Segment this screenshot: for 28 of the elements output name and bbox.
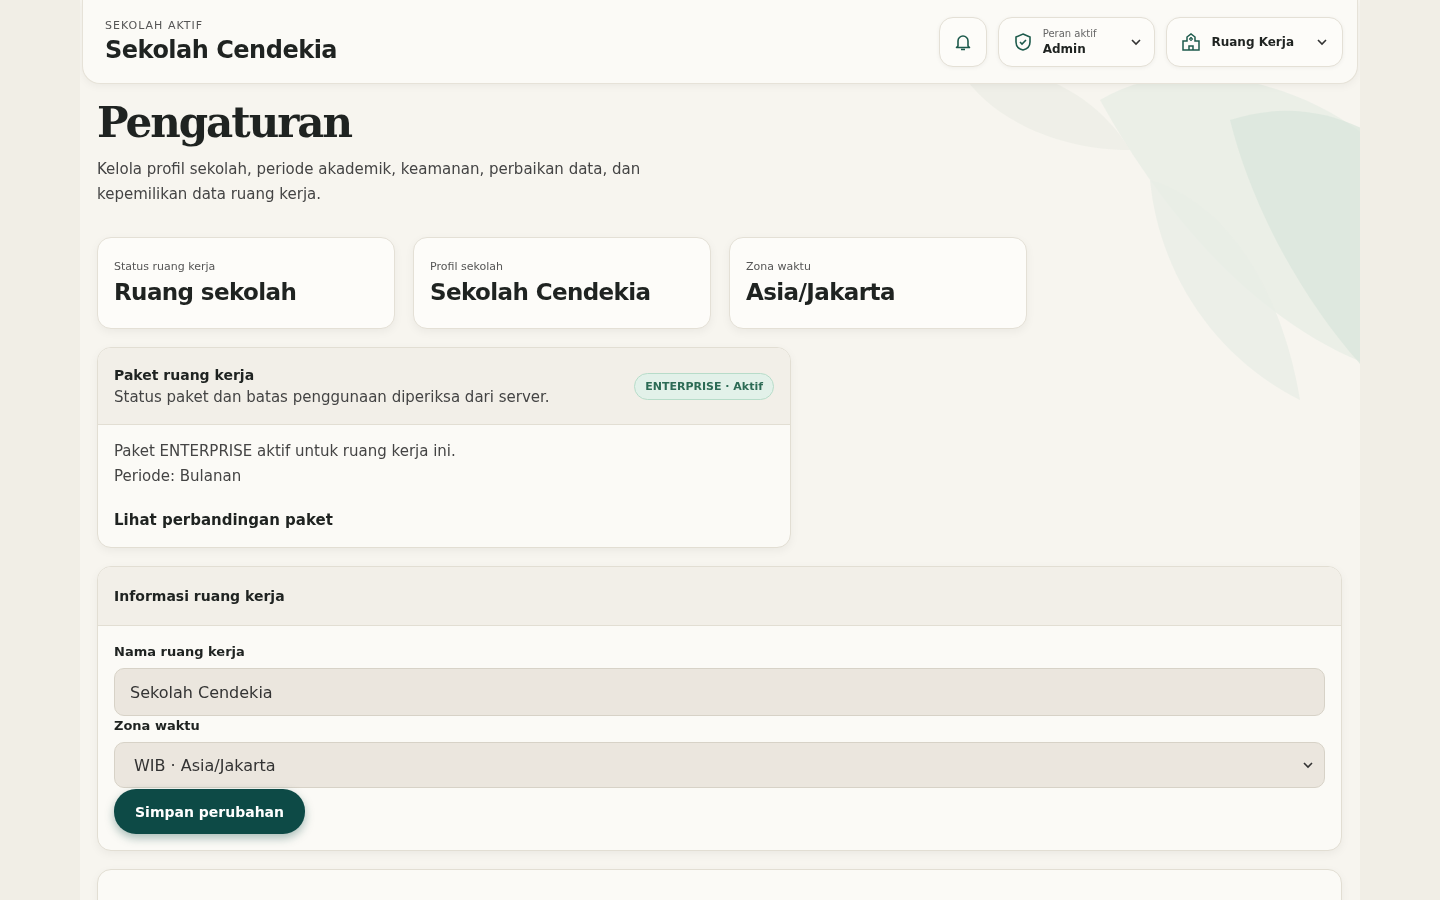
active-school-label: SEKOLAH AKTIF [105,19,205,32]
plan-status-badge: ENTERPRISE · Aktif [634,372,774,400]
compare-plans-link[interactable]: Lihat perbandingan paket [114,511,333,529]
shield-check-icon [1012,31,1033,52]
workspace-name-input[interactable]: Sekolah Cendekia [114,668,1325,716]
stat-label: Profil sekolah [430,260,504,273]
save-button[interactable]: Simpan perubahan [114,789,306,834]
field-label: Nama ruang kerja [114,644,246,659]
stat-value: Sekolah Cendekia [430,279,652,305]
school-name: Sekolah Cendekia [105,36,339,64]
plan-detail-text: Paket ENTERPRISE aktif untuk ruang kerja ini. [114,441,457,461]
role-dropdown[interactable]: Peran aktif Admin [997,16,1156,67]
notification-button[interactable] [938,16,987,67]
stat-value: Ruang sekolah [114,279,298,305]
timezone-select[interactable]: WIB · Asia/Jakarta [114,742,1325,788]
workspace-dropdown[interactable]: Ruang Kerja [1166,16,1343,67]
stat-label: Status ruang kerja [114,260,217,273]
stat-label: Zona waktu [746,260,812,273]
card-title: Paket ruang kerja [114,366,256,383]
building-icon [1181,31,1202,52]
card-subtitle: Status paket dan batas penggunaan diperiksa dari server. [114,387,551,406]
page-description: Kelola profil sekolah, periode akademik, keamanan, perbaikan data, dan kepemilikan data ruang kerja. [97,159,642,205]
card-title: Informasi ruang kerja [114,588,285,604]
page-title: Pengaturan [97,98,353,147]
stat-value: Asia/Jakarta [746,279,896,305]
plan-detail-text: Periode: Bulanan [114,466,243,486]
field-label: Zona waktu [114,718,201,733]
chevron-down-icon [1302,759,1314,771]
